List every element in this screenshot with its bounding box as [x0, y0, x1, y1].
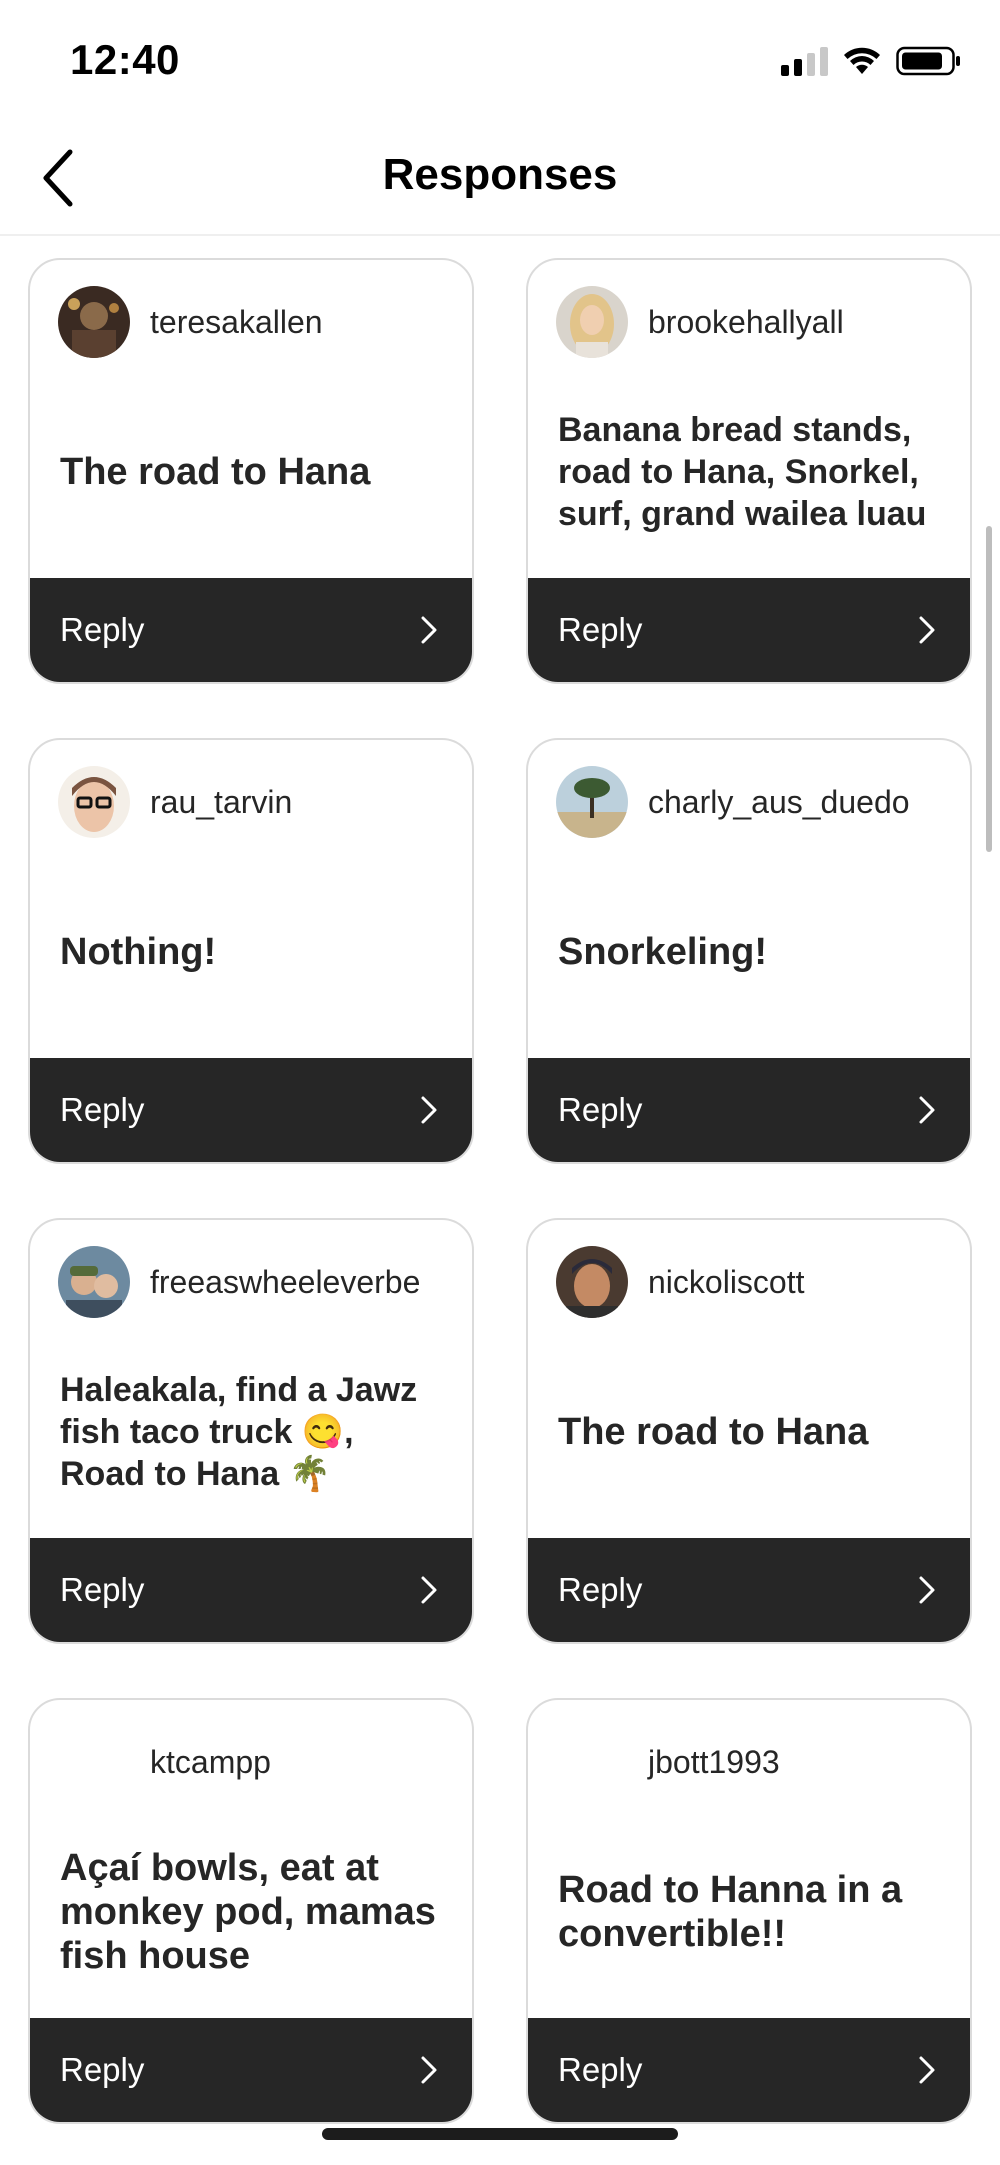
- avatar[interactable]: [556, 286, 628, 358]
- reply-button[interactable]: Reply: [30, 2018, 472, 2122]
- chevron-right-icon: [421, 616, 437, 644]
- card-user[interactable]: nickoliscott: [556, 1246, 805, 1318]
- reply-button[interactable]: Reply: [528, 2018, 970, 2122]
- reply-label: Reply: [60, 2051, 145, 2088]
- username: nickoliscott: [648, 1263, 805, 1300]
- card-user[interactable]: jbott1993: [556, 1726, 780, 1798]
- avatar[interactable]: [58, 1726, 130, 1798]
- username: teresakallen: [150, 303, 323, 340]
- reply-button[interactable]: Reply: [528, 1058, 970, 1162]
- scrollbar[interactable]: [986, 526, 992, 852]
- cellular-signal-icon: [781, 46, 828, 76]
- response-card: brookehallyall Banana bread stands, road…: [526, 258, 972, 684]
- card-user[interactable]: freeaswheeleverbe: [58, 1246, 420, 1318]
- response-body: Nothing!: [60, 848, 444, 1056]
- card-user[interactable]: ktcampp: [58, 1726, 271, 1798]
- username: brookehallyall: [648, 303, 844, 340]
- avatar[interactable]: [58, 286, 130, 358]
- response-text: The road to Hana: [558, 1411, 869, 1453]
- username: ktcampp: [150, 1743, 271, 1780]
- battery-icon: [896, 46, 960, 76]
- reply-button[interactable]: Reply: [528, 1538, 970, 1642]
- chevron-right-icon: [919, 2056, 935, 2084]
- avatar[interactable]: [556, 1246, 628, 1318]
- response-card: ktcampp Açaí bowls, eat at monkey pod, m…: [28, 1698, 474, 2124]
- status-bar: 12:40: [0, 0, 1000, 120]
- page-title: Responses: [382, 150, 618, 199]
- avatar[interactable]: [58, 766, 130, 838]
- username: rau_tarvin: [150, 783, 293, 820]
- reply-label: Reply: [558, 1091, 643, 1128]
- chevron-right-icon: [421, 1576, 437, 1604]
- reply-label: Reply: [60, 1571, 145, 1608]
- reply-button[interactable]: Reply: [30, 578, 472, 682]
- response-card: rau_tarvin Nothing! Reply: [28, 738, 474, 1164]
- response-card: nickoliscott The road to Hana Reply: [526, 1218, 972, 1644]
- reply-label: Reply: [558, 611, 643, 648]
- chevron-right-icon: [919, 616, 935, 644]
- avatar[interactable]: [58, 1246, 130, 1318]
- status-time: 12:40: [70, 36, 180, 83]
- response-text: Road to Hanna in a convertible!!: [558, 1869, 903, 1955]
- response-body: Banana bread stands, road to Hana, Snork…: [558, 368, 942, 576]
- chevron-right-icon: [421, 1096, 437, 1124]
- reply-button[interactable]: Reply: [30, 1538, 472, 1642]
- reply-button[interactable]: Reply: [30, 1058, 472, 1162]
- username: freeaswheeleverbe: [150, 1263, 421, 1300]
- card-user[interactable]: teresakallen: [58, 286, 323, 358]
- response-body: Açaí bowls, eat at monkey pod, mamas fis…: [60, 1808, 444, 2016]
- response-text: Haleakala, find a Jawz fish taco truck 😋…: [60, 1371, 418, 1493]
- response-card: teresakallen The road to Hana Reply: [28, 258, 474, 684]
- chevron-right-icon: [919, 1096, 935, 1124]
- response-text: Nothing!: [60, 931, 217, 973]
- response-card: freeaswheeleverbe Haleakala, find a Jawz…: [28, 1218, 474, 1644]
- chevron-right-icon: [919, 1576, 935, 1604]
- response-body: Road to Hanna in a convertible!!: [558, 1808, 942, 2016]
- response-text: Banana bread stands, road to Hana, Snork…: [558, 411, 927, 533]
- reply-label: Reply: [60, 1091, 145, 1128]
- response-text: Snorkeling!: [558, 931, 768, 973]
- card-user[interactable]: brookehallyall: [556, 286, 844, 358]
- avatar[interactable]: [556, 766, 628, 838]
- card-user[interactable]: rau_tarvin: [58, 766, 292, 838]
- response-body: Haleakala, find a Jawz fish taco truck 😋…: [60, 1328, 444, 1536]
- status-icons: [781, 44, 962, 78]
- username: charly_aus_duedo: [648, 783, 910, 820]
- home-indicator[interactable]: [322, 2128, 678, 2140]
- reply-label: Reply: [558, 2051, 643, 2088]
- header: Responses: [0, 120, 1000, 236]
- reply-button[interactable]: Reply: [528, 578, 970, 682]
- responses-screen: 12:40 Responses teresakallen The road to…: [0, 0, 1000, 2165]
- wifi-icon: [844, 47, 880, 74]
- response-text: The road to Hana: [60, 451, 371, 493]
- response-card: charly_aus_duedo Snorkeling! Reply: [526, 738, 972, 1164]
- card-user[interactable]: charly_aus_duedo: [556, 766, 910, 838]
- response-body: Snorkeling!: [558, 848, 942, 1056]
- response-body: The road to Hana: [60, 368, 444, 576]
- username: jbott1993: [648, 1743, 780, 1780]
- reply-label: Reply: [60, 611, 145, 648]
- response-card: jbott1993 Road to Hanna in a convertible…: [526, 1698, 972, 2124]
- response-body: The road to Hana: [558, 1328, 942, 1536]
- avatar[interactable]: [556, 1726, 628, 1798]
- reply-label: Reply: [558, 1571, 643, 1608]
- response-text: Açaí bowls, eat at monkey pod, mamas fis…: [60, 1847, 436, 1977]
- chevron-right-icon: [421, 2056, 437, 2084]
